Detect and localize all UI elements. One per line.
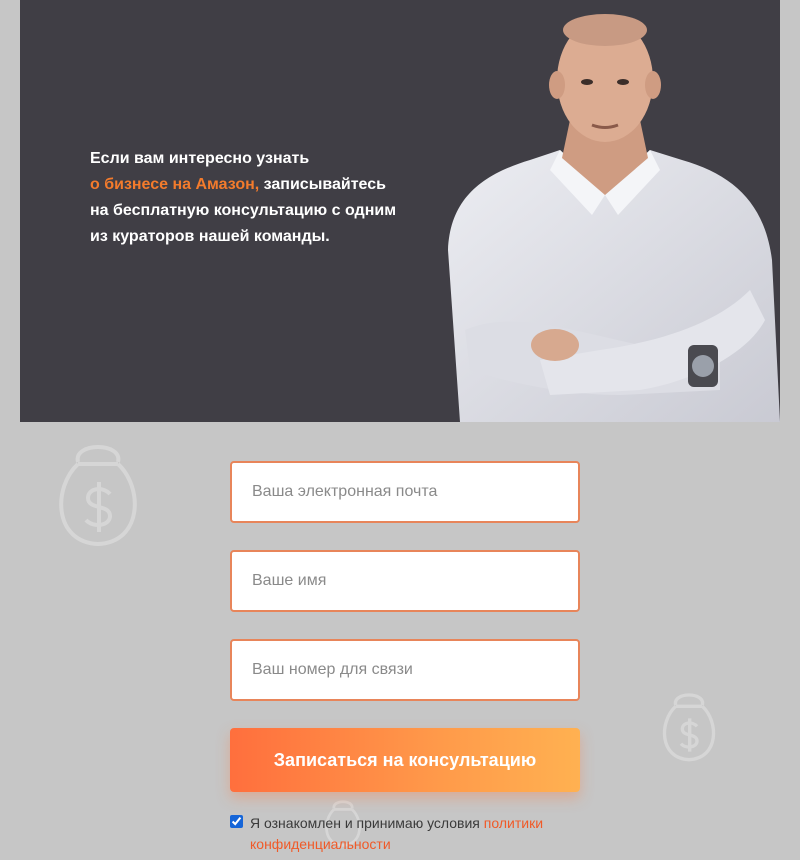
consent-row: Я ознакомлен и принимаю условия политики…	[230, 813, 590, 855]
consent-text: Я ознакомлен и принимаю условия политики…	[230, 813, 590, 855]
privacy-policy-link-continued[interactable]: конфиденциальности	[250, 834, 590, 855]
consent-label: Я ознакомлен и принимаю условия	[250, 815, 484, 831]
curator-portrait	[448, 14, 780, 422]
name-field[interactable]	[230, 550, 580, 612]
phone-field[interactable]	[230, 639, 580, 701]
money-bag-icon	[59, 445, 137, 547]
hero-line-1: Если вам интересно узнать	[90, 150, 310, 167]
hero-text: Если вам интересно узнать о бизнесе на А…	[90, 146, 430, 250]
consent-checkbox[interactable]	[230, 815, 243, 828]
hero-line-2: о бизнесе на Амазон, записывайтесь	[90, 172, 430, 198]
email-field[interactable]	[230, 461, 580, 523]
money-bag-icon	[662, 693, 716, 762]
hero-line-3: на бесплатную консультацию с одним	[90, 202, 397, 219]
hero-line-4: из кураторов нашей команды.	[90, 228, 330, 245]
hero-line-2-rest: записывайтесь	[259, 176, 386, 193]
hero-accent-text: о бизнесе на Амазон,	[90, 176, 260, 193]
submit-consultation-button[interactable]: Записаться на консультацию	[230, 728, 580, 792]
privacy-policy-link[interactable]: политики	[484, 815, 543, 831]
hero-banner: Если вам интересно узнать о бизнесе на А…	[20, 0, 780, 422]
